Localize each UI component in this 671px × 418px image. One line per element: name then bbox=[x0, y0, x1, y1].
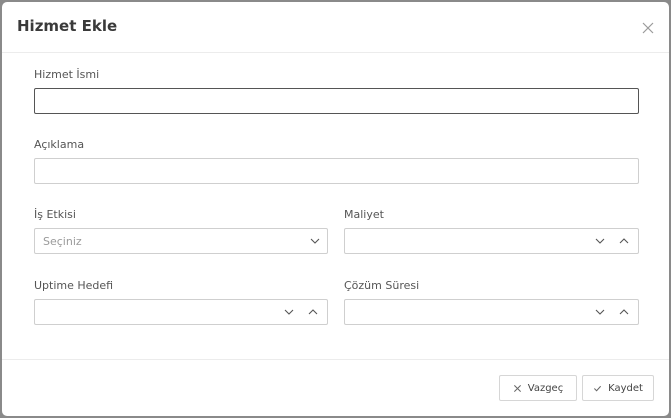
dialog-header: Hizmet Ekle bbox=[2, 2, 669, 53]
cost-stepper[interactable] bbox=[344, 228, 639, 254]
add-service-dialog: Hizmet Ekle Hizmet İsmi Açıklama İş Etki… bbox=[2, 2, 669, 416]
uptime-target-stepper[interactable] bbox=[34, 299, 328, 325]
chevron-up-icon[interactable] bbox=[307, 307, 319, 317]
save-button-label: Kaydet bbox=[608, 382, 643, 394]
description-label: Açıklama bbox=[34, 138, 85, 151]
service-name-label: Hizmet İsmi bbox=[34, 68, 100, 81]
description-input[interactable] bbox=[34, 158, 639, 184]
close-icon bbox=[642, 22, 654, 34]
chevron-down-icon bbox=[310, 238, 320, 244]
business-impact-select[interactable]: Seçiniz bbox=[34, 228, 328, 254]
resolution-time-label: Çözüm Süresi bbox=[344, 279, 420, 292]
service-name-input[interactable] bbox=[34, 88, 639, 114]
dialog-title: Hizmet Ekle bbox=[17, 17, 118, 35]
save-button[interactable]: Kaydet bbox=[582, 375, 654, 401]
cost-label: Maliyet bbox=[344, 208, 384, 221]
close-button[interactable] bbox=[641, 20, 655, 34]
chevron-up-icon[interactable] bbox=[618, 307, 630, 317]
check-icon bbox=[594, 385, 602, 391]
cancel-button[interactable]: Vazgeç bbox=[499, 375, 577, 401]
cancel-button-label: Vazgeç bbox=[527, 382, 564, 394]
resolution-time-stepper[interactable] bbox=[344, 299, 639, 325]
chevron-up-icon[interactable] bbox=[618, 236, 630, 246]
chevron-down-icon[interactable] bbox=[283, 307, 295, 317]
close-icon bbox=[513, 384, 521, 392]
business-impact-placeholder: Seçiniz bbox=[43, 235, 82, 248]
chevron-down-icon[interactable] bbox=[594, 307, 606, 317]
dialog-footer: Vazgeç Kaydet bbox=[2, 359, 669, 416]
uptime-target-label: Uptime Hedefi bbox=[34, 279, 114, 292]
business-impact-label: İş Etkisi bbox=[34, 208, 76, 221]
chevron-down-icon[interactable] bbox=[594, 236, 606, 246]
